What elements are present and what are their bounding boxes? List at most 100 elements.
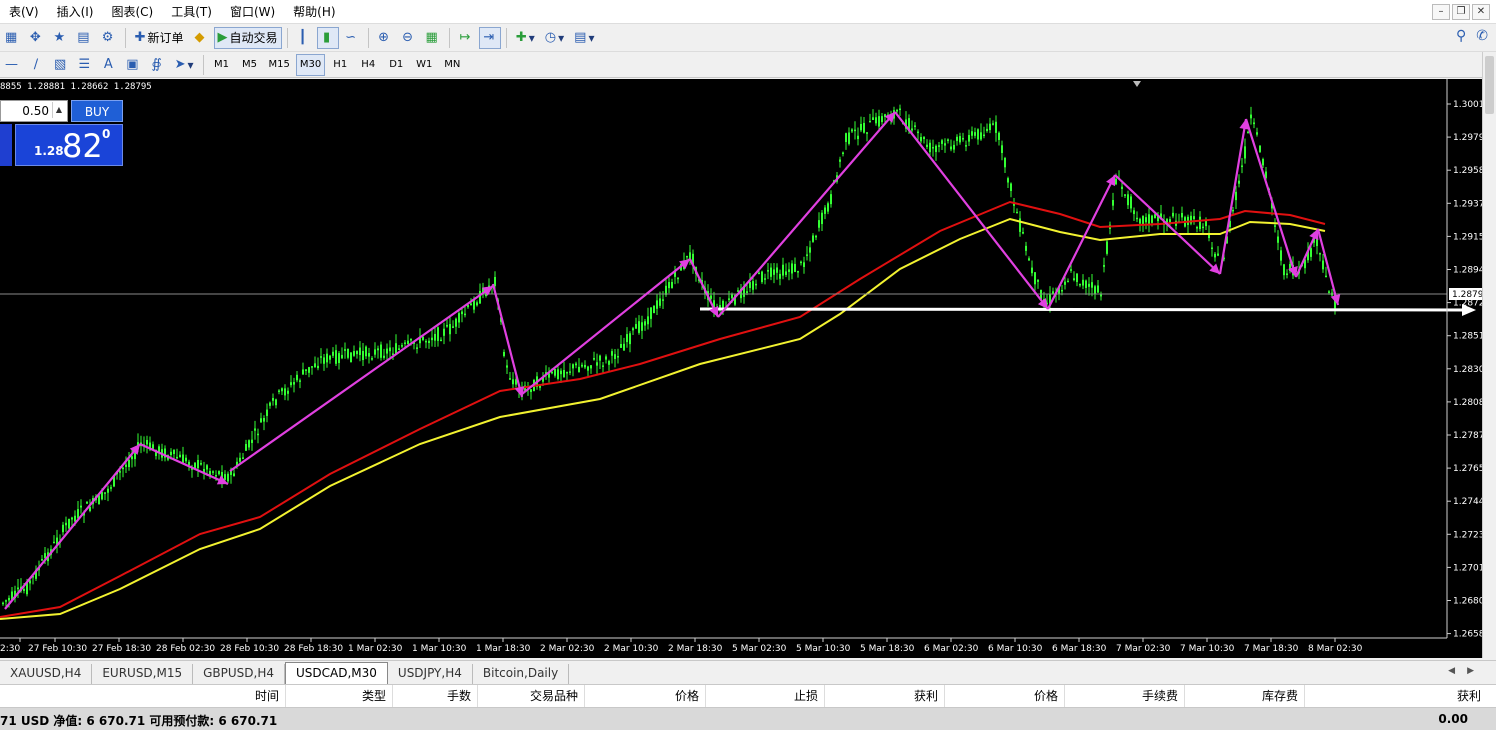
line-chart-icon[interactable]: ∽ — [341, 27, 363, 49]
candle-body — [551, 371, 553, 374]
fibonacci-icon[interactable]: ☰ — [74, 54, 96, 76]
horizontal-line-icon[interactable]: — — [1, 54, 24, 76]
candle-body — [1142, 216, 1144, 224]
tab-usdcad-m30[interactable]: USDCAD,M30 — [285, 662, 388, 684]
price-chart[interactable]: 1.30010 1.29790 1.29580 1.29370 1.29155 1.289… — [0, 79, 1490, 658]
time-label: 2 Mar 02:30 — [540, 644, 595, 654]
tab-xauusd-h4[interactable]: XAUUSD,H4 — [0, 664, 93, 684]
col-price[interactable]: 价格 — [585, 685, 706, 707]
candle-body — [1202, 226, 1204, 229]
menu-charts[interactable]: 图表(C) — [102, 0, 162, 24]
shift-marker-icon — [1133, 81, 1141, 87]
chart-shift-icon[interactable]: ↦ — [455, 27, 477, 49]
candle-body — [329, 355, 331, 360]
vertical-scrollbar[interactable] — [1482, 52, 1496, 658]
timeframe-d1[interactable]: D1 — [383, 54, 409, 76]
col-commission[interactable]: 手续费 — [1065, 685, 1185, 707]
templates-icon[interactable]: ▤ ▾ — [570, 27, 598, 49]
menu-insert[interactable]: 插入(I) — [48, 0, 103, 24]
candle-body — [809, 247, 811, 253]
candle-body — [1091, 282, 1093, 288]
candle-body — [146, 439, 148, 445]
col-take-profit[interactable]: 获利 — [825, 685, 945, 707]
scrollbar-thumb[interactable] — [1485, 56, 1494, 114]
menu-view[interactable]: 表(V) — [0, 0, 48, 24]
candlestick-icon[interactable]: ▮ — [316, 26, 339, 49]
timeframe-mn[interactable]: MN — [439, 54, 465, 76]
text-label-icon[interactable]: ▣ — [122, 54, 144, 76]
channel-icon[interactable]: ▧ — [50, 54, 72, 76]
candle-body — [1286, 273, 1288, 275]
time-label: 28 Feb 02:30 — [156, 644, 215, 654]
chat-icon[interactable]: ✆ — [1476, 28, 1488, 44]
candle-body — [299, 380, 301, 382]
move-icon[interactable]: ✥ — [25, 27, 47, 49]
timeframe-h4[interactable]: H4 — [355, 54, 381, 76]
col-symbol[interactable]: 交易品种 — [478, 685, 585, 707]
candle-body — [170, 451, 172, 456]
new-order-button[interactable]: ✚ 新订单 — [131, 27, 188, 49]
col-time[interactable]: 时间 — [68, 685, 286, 707]
tab-eurusd-m15[interactable]: EURUSD,M15 — [92, 664, 194, 684]
tab-usdjpy-h4[interactable]: USDJPY,H4 — [388, 664, 473, 684]
autoscroll-icon[interactable]: ⇥ — [478, 26, 501, 49]
buy-button[interactable]: BUY — [71, 100, 123, 122]
timeframe-m5[interactable]: M5 — [237, 54, 263, 76]
candle-body — [479, 290, 481, 304]
auto-trading-button[interactable]: ▶ 自动交易 — [213, 26, 282, 49]
menu-window[interactable]: 窗口(W) — [221, 0, 284, 24]
candle-body — [710, 295, 712, 299]
candle-body — [923, 137, 925, 140]
navigator-icon[interactable]: ▤ — [73, 27, 95, 49]
timeframe-w1[interactable]: W1 — [411, 54, 437, 76]
col-type[interactable]: 类型 — [286, 685, 393, 707]
col-current-price[interactable]: 价格 — [945, 685, 1065, 707]
arrows-icon[interactable]: ➤ ▾ — [171, 54, 198, 76]
timeframe-h1[interactable]: H1 — [327, 54, 353, 76]
candle-body — [899, 108, 901, 111]
tester-icon[interactable]: ⚙ — [98, 27, 120, 49]
candle-body — [1181, 213, 1183, 218]
candle-body — [470, 303, 472, 306]
tab-gbpusd-h4[interactable]: GBPUSD,H4 — [193, 664, 285, 684]
price-label: 1.28300 — [1453, 365, 1482, 375]
sell-price-box[interactable] — [0, 124, 12, 166]
menu-bar: 表(V) 插入(I) 图表(C) 工具(T) 窗口(W) 帮助(H) – ❐ ✕ — [0, 0, 1496, 24]
fibo-fan-icon[interactable]: ∯ — [147, 54, 169, 76]
col-stop-loss[interactable]: 止损 — [706, 685, 825, 707]
col-lots[interactable]: 手数 — [393, 685, 478, 707]
chart-canvas[interactable]: 1.30010 1.29790 1.29580 1.29370 1.29155 1.289… — [0, 79, 1490, 658]
favorites-icon[interactable]: ★ — [49, 27, 71, 49]
candle-body — [1016, 211, 1018, 214]
new-chart-icon[interactable]: ▦ — [1, 27, 23, 49]
indicators-icon[interactable]: ✚ ▾ — [512, 27, 539, 49]
col-profit[interactable]: 获利 — [1305, 685, 1487, 707]
buy-price-box[interactable]: 1.28 82 0 — [15, 124, 123, 166]
timeframe-m30[interactable]: M30 — [295, 53, 326, 76]
metaeditor-icon[interactable]: ◆ — [190, 27, 212, 49]
bar-chart-icon[interactable]: ┃ — [293, 27, 315, 49]
minimize-icon[interactable]: – — [1432, 4, 1450, 20]
zoom-in-icon[interactable]: ⊕ — [374, 27, 396, 49]
tab-bitcoin-daily[interactable]: Bitcoin,Daily — [473, 664, 570, 684]
text-icon[interactable]: A — [98, 54, 120, 76]
time-label: 28 Feb 10:30 — [220, 644, 279, 654]
close-icon[interactable]: ✕ — [1472, 4, 1490, 20]
candle-body — [599, 355, 601, 361]
candle-body — [245, 444, 247, 451]
candle-body — [23, 589, 25, 591]
periods-icon[interactable]: ◷ ▾ — [541, 27, 568, 49]
trendline-icon[interactable]: ∕ — [26, 54, 48, 76]
tile-windows-icon[interactable]: ▦ — [422, 27, 444, 49]
menu-tools[interactable]: 工具(T) — [162, 0, 221, 24]
col-swap[interactable]: 库存费 — [1185, 685, 1305, 707]
restore-icon[interactable]: ❐ — [1452, 4, 1470, 20]
time-label: 2 Mar 18:30 — [668, 644, 723, 654]
tab-scroll-arrows[interactable]: ◀▶ — [1448, 666, 1486, 676]
timeframe-m1[interactable]: M1 — [209, 54, 235, 76]
timeframe-m15[interactable]: M15 — [265, 54, 294, 76]
spin-up-icon[interactable]: ▲ — [52, 102, 65, 118]
zoom-out-icon[interactable]: ⊖ — [398, 27, 420, 49]
menu-help[interactable]: 帮助(H) — [284, 0, 344, 24]
search-icon[interactable]: ⚲ — [1456, 28, 1466, 44]
